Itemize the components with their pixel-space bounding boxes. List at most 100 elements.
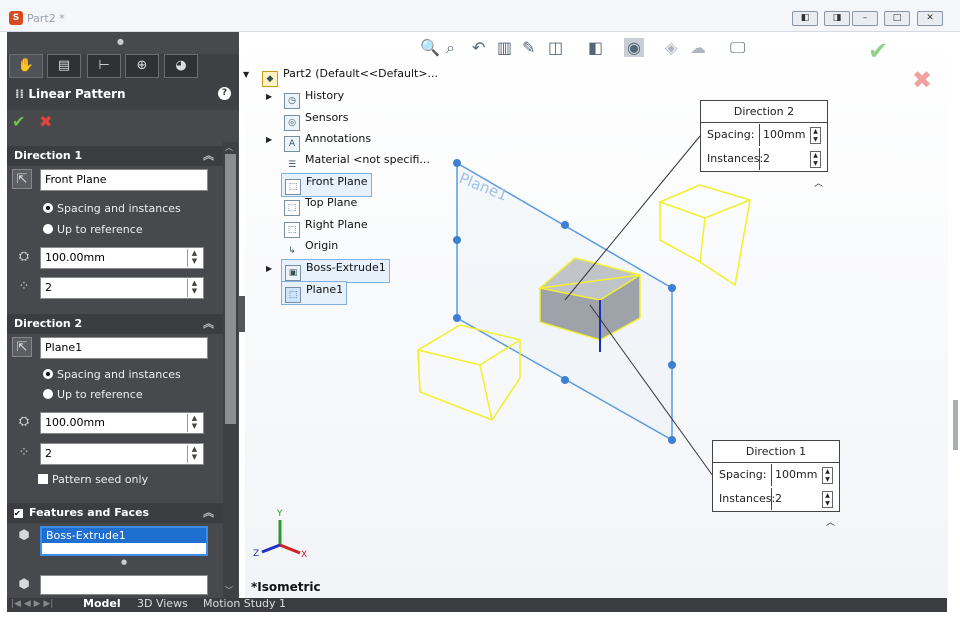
checkbox-icon[interactable] <box>38 474 48 484</box>
expand-arrow-icon[interactable]: ▶ <box>266 264 272 273</box>
spin-icon[interactable]: ▲ ▼ <box>810 151 821 168</box>
callout-collapse-icon[interactable]: ︿ <box>814 176 823 189</box>
tab-display-manager[interactable]: ◕ <box>164 54 198 78</box>
expand-arrow-icon[interactable]: ▶ <box>266 92 272 101</box>
instances-spin-icon[interactable]: ▲ ▼ <box>187 279 201 297</box>
edit-appearance-icon[interactable]: ◈ <box>665 38 677 57</box>
direction2-reference-field[interactable]: Plane1 <box>40 337 208 359</box>
tree-item-material[interactable]: ☰ Material <not specifi... <box>284 153 430 174</box>
callout-spacing-input[interactable]: 100mm ▲ ▼ <box>759 124 825 146</box>
direction1-instances-value: 2 <box>45 281 52 294</box>
instances-spin-icon[interactable]: ▲ ▼ <box>187 445 201 463</box>
confirm-ok-icon[interactable]: ✔ <box>868 37 888 65</box>
tile-left-button[interactable]: ◧ <box>792 11 818 26</box>
direction1-reference-field[interactable]: Front Plane <box>40 169 208 191</box>
direction1-header[interactable]: Direction 1 ︽ <box>7 146 223 166</box>
panel-splitter[interactable] <box>238 296 245 332</box>
zoom-area-icon[interactable]: ⌕ <box>446 38 455 58</box>
expand-arrow-icon[interactable]: ▶ <box>266 135 272 144</box>
callout-title: Direction 1 <box>713 441 839 463</box>
spin-icon[interactable]: ▲ ▼ <box>822 491 833 508</box>
reverse-direction-icon[interactable]: ⇱ <box>12 337 32 357</box>
view-orientation-icon[interactable]: ◫ <box>548 38 563 57</box>
callout-instances-input[interactable]: 2 ▲ ▼ <box>771 488 837 510</box>
tree-item-plane1[interactable]: ⬚ Plane1 <box>281 281 348 305</box>
previous-view-icon[interactable]: ↶ <box>472 38 485 57</box>
spacing-spin-icon[interactable]: ▲ ▼ <box>187 249 201 267</box>
tree-item-history[interactable]: ◷ History <box>284 89 344 109</box>
cancel-x-button[interactable]: ✖ <box>39 112 52 131</box>
hide-show-items-icon[interactable]: ◉ <box>624 38 644 57</box>
callout-spacing-value: 100mm <box>763 128 806 141</box>
tree-item-annotations[interactable]: A Annotations <box>284 132 371 152</box>
reverse-direction-icon[interactable]: ⇱ <box>12 169 32 189</box>
plane-icon: ⬚ <box>284 222 300 238</box>
view-settings-icon[interactable]: 🖵 <box>730 38 745 58</box>
direction2-spacing-input[interactable]: 100.00mm ▲ ▼ <box>40 412 204 434</box>
direction1-instances-input[interactable]: 2 ▲ ▼ <box>40 277 204 299</box>
checkbox-icon[interactable]: ✔ <box>14 509 23 518</box>
panel-grip-icon[interactable]: ● <box>117 37 124 46</box>
collapse-icon[interactable]: ︽ <box>203 146 214 166</box>
tree-root[interactable]: ◆ Part2 (Default<<Default>... <box>262 67 438 87</box>
apply-scene-icon[interactable]: ☁ <box>690 38 706 57</box>
callout-instances-input[interactable]: 2 ▲ ▼ <box>759 148 825 170</box>
zoom-to-fit-icon[interactable]: 🔍 <box>420 38 440 57</box>
confirm-cancel-icon[interactable]: ✖ <box>912 66 932 94</box>
features-list-item[interactable]: Boss-Extrude1 <box>42 528 206 543</box>
tree-item-sensors[interactable]: ◎ Sensors <box>284 111 348 131</box>
tab-motion-study[interactable]: Motion Study 1 <box>203 597 286 610</box>
tab-3d-views[interactable]: 3D Views <box>137 597 188 610</box>
tab-nav-arrows-icon[interactable]: |◀ ◀ ▶ ▶| <box>11 599 53 609</box>
tab-feature-manager[interactable]: ✋ <box>9 54 43 78</box>
dynamic-annotation-icon[interactable]: ✎ <box>522 38 535 57</box>
spin-icon[interactable]: ▲ ▼ <box>810 127 821 144</box>
features-header[interactable]: ✔ Features and Faces ︽ <box>7 503 223 523</box>
scroll-thumb[interactable] <box>225 154 236 424</box>
ok-button[interactable]: ✔ <box>12 112 25 131</box>
callout-collapse-icon[interactable]: ︿ <box>826 515 835 528</box>
direction1-spacing-input[interactable]: 100.00mm ▲ ▼ <box>40 247 204 269</box>
tab-property-manager[interactable]: ▤ <box>47 54 81 78</box>
tree-item-boss-extrude1[interactable]: ▣ Boss-Extrude1 <box>281 259 390 283</box>
callout-spacing-input[interactable]: 100mm ▲ ▼ <box>771 464 837 486</box>
list-grip-icon[interactable]: ● <box>121 558 127 566</box>
graphics-area[interactable] <box>245 32 948 598</box>
features-list[interactable]: Boss-Extrude1 <box>40 526 208 556</box>
tree-item-label: Right Plane <box>305 218 368 231</box>
tree-item-front-plane[interactable]: ⬚ Front Plane <box>281 173 372 197</box>
pattern-seed-only-checkbox[interactable]: Pattern seed only <box>38 473 148 486</box>
scroll-up-icon[interactable]: ︿ <box>225 142 233 153</box>
scroll-down-icon[interactable]: ﹀ <box>225 585 233 596</box>
faces-icon: ⬢ <box>18 577 30 592</box>
minimize-button[interactable]: – <box>852 11 878 26</box>
panel-scrollbar[interactable]: ︿ ﹀ <box>223 142 238 598</box>
maximize-button[interactable]: □ <box>884 11 910 26</box>
collapse-icon[interactable]: ︽ <box>203 314 214 334</box>
collapse-icon[interactable]: ︽ <box>203 503 214 523</box>
tab-configuration-manager[interactable]: ⊢ <box>87 54 121 78</box>
tile-right-button[interactable]: ◨ <box>824 11 850 26</box>
view-orientation-label: *Isometric <box>251 580 321 594</box>
close-button[interactable]: ✕ <box>917 11 943 26</box>
faces-list[interactable] <box>40 575 208 595</box>
direction2-instances-input[interactable]: 2 ▲ ▼ <box>40 443 204 465</box>
spacing-spin-icon[interactable]: ▲ ▼ <box>187 414 201 432</box>
direction2-reference-radio[interactable]: Up to reference <box>43 388 143 401</box>
tree-item-origin[interactable]: ↳ Origin <box>284 239 338 260</box>
direction2-header[interactable]: Direction 2 ︽ <box>7 314 223 334</box>
tree-item-top-plane[interactable]: ⬚ Top Plane <box>284 196 357 216</box>
section-view-icon[interactable]: ▥ <box>497 38 512 57</box>
direction2-header-label: Direction 2 <box>14 317 83 330</box>
direction1-spacing-radio[interactable]: Spacing and instances <box>43 202 181 215</box>
tree-item-right-plane[interactable]: ⬚ Right Plane <box>284 218 368 238</box>
expand-arrow-icon[interactable]: ▼ <box>243 70 249 79</box>
spin-icon[interactable]: ▲ ▼ <box>822 467 833 484</box>
help-icon[interactable]: ? <box>218 87 231 100</box>
direction2-spacing-radio[interactable]: Spacing and instances <box>43 368 181 381</box>
direction1-reference-radio[interactable]: Up to reference <box>43 223 143 236</box>
tab-model[interactable]: Model <box>83 597 121 610</box>
display-style-icon[interactable]: ◧ <box>588 38 603 57</box>
tab-dimxpert-manager[interactable]: ⊕ <box>125 54 159 78</box>
right-scroll-handle[interactable] <box>953 400 958 450</box>
